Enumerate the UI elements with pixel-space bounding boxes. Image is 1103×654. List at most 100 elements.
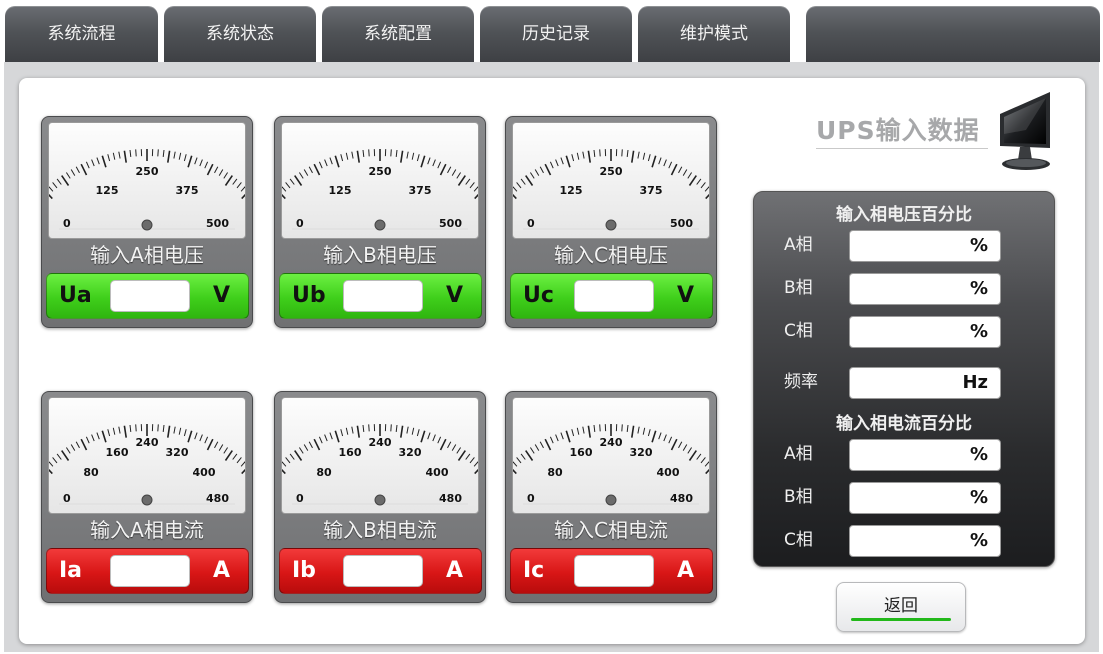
dial-tick [576,152,580,160]
dial-tick [668,161,673,169]
dial-tick [534,169,540,176]
dial-tick [204,161,209,169]
dial-tick [232,178,238,185]
dial-tick [187,155,193,168]
dial-tick [214,441,219,449]
dial-tick [704,461,709,467]
dial-tick [178,427,182,435]
tab-system-flow[interactable]: 系统流程 [5,6,158,62]
dial-tick [587,425,591,438]
dial-tick [173,151,176,159]
input-data-panel: 输入相电压百分比 A相 % B相 % C相 % 频率 Hz 输入相电流百分比 A… [753,191,1055,567]
tab-maintenance[interactable]: 维护模式 [638,6,790,62]
dial-tick [427,157,431,165]
dial-tick [123,150,127,163]
dial-tick [571,429,575,437]
dial-tick [294,450,303,461]
dial-tick [91,434,95,442]
meter-title: 输入A相电压 [90,243,204,267]
dial-tick [313,163,321,176]
dial-tick [700,457,706,464]
tab-system-status[interactable]: 系统状态 [164,6,316,62]
dial-tick [439,163,447,176]
dial-scale-label: 160 [339,446,362,459]
dial-tick [696,178,702,185]
meter-current-a: 0 80 160 240 320 400 480 输入A相电流 Ia A [41,391,253,603]
tab-bar: 系统流程 系统状态 系统配置 历史记录 维护模式 [0,0,1103,62]
dial-tick [282,461,287,467]
dial-scale-label: 160 [570,446,593,459]
dial-scale-label: 480 [670,492,693,505]
dial-tick [282,468,286,475]
current-a-label: A相 [784,444,813,464]
dial-scale-label: 375 [176,184,199,197]
dial-scale-label: 375 [640,184,663,197]
dial-tick [49,186,54,192]
dial-tick [469,182,475,189]
dial-tick [236,182,242,189]
dial-tick [204,436,209,444]
readout-ib: Ib A [279,548,482,594]
dial-tick [194,432,198,440]
dial-tick [544,438,552,451]
readout-unit: V [676,283,694,308]
readout-unit: A [676,558,694,583]
dial-tick [80,438,88,451]
dial-tick [549,161,554,169]
dial-tick [473,186,478,192]
dial-tick [451,444,457,451]
dial-tick [544,163,552,176]
dial-tick [282,186,287,192]
percent-unit: % [969,278,988,299]
dial-tick [513,193,517,200]
tab-history[interactable]: 历史记录 [480,6,632,62]
dial-scale-label: 500 [439,217,462,230]
meter-title: 输入C相电流 [554,518,668,542]
dial-scale-label: 375 [409,184,432,197]
dial-tick [555,159,559,167]
dial-tick [647,429,651,437]
dial-tick [329,157,333,165]
dial-tick [427,432,431,440]
dial-tick [420,430,426,443]
dial-tick [621,424,623,432]
dial-tick [400,150,404,163]
current-c-percent-field: % [849,525,1001,557]
dial-tick [80,163,88,176]
dial-tick [285,457,291,464]
dial-tick [411,152,415,160]
return-button[interactable]: 返回 [836,582,966,632]
dial-tick [395,424,398,432]
dial-tick [406,151,409,159]
dial-tick [52,182,58,189]
readout-ia: Ia A [46,548,249,594]
dial-tick [555,434,559,442]
dial-tick [65,447,71,454]
dial-tick [101,430,107,443]
dial-scale: 0 80 160 240 320 400 480 [49,424,245,506]
dial-tick [318,436,323,444]
dial-scale-label: 400 [426,466,449,479]
dial-scale: 0 125 250 375 500 [282,149,478,231]
dial-pivot [605,219,617,231]
percent-unit: % [969,235,988,256]
dial-tick [49,461,54,467]
dial-tick [107,429,111,437]
dial-tick [157,424,159,432]
dial-tick [416,429,420,437]
dial-tick [626,149,629,157]
dial-tick [91,159,95,167]
dial-tick [704,186,709,192]
current-percent-header: 输入相电流百分比 [836,414,972,434]
dial-tick [456,447,462,454]
dial-tick [516,182,522,189]
page-title: UPS输入数据 [816,114,988,149]
dial-tick [682,444,688,451]
dial-tick [52,457,58,464]
voltage-b-percent-field: % [849,273,1001,305]
dial-tick [167,150,171,163]
dial-tick [224,175,233,186]
dial-pivot [141,219,153,231]
dial-tick [457,175,466,186]
tab-system-config[interactable]: 系统配置 [322,6,474,62]
